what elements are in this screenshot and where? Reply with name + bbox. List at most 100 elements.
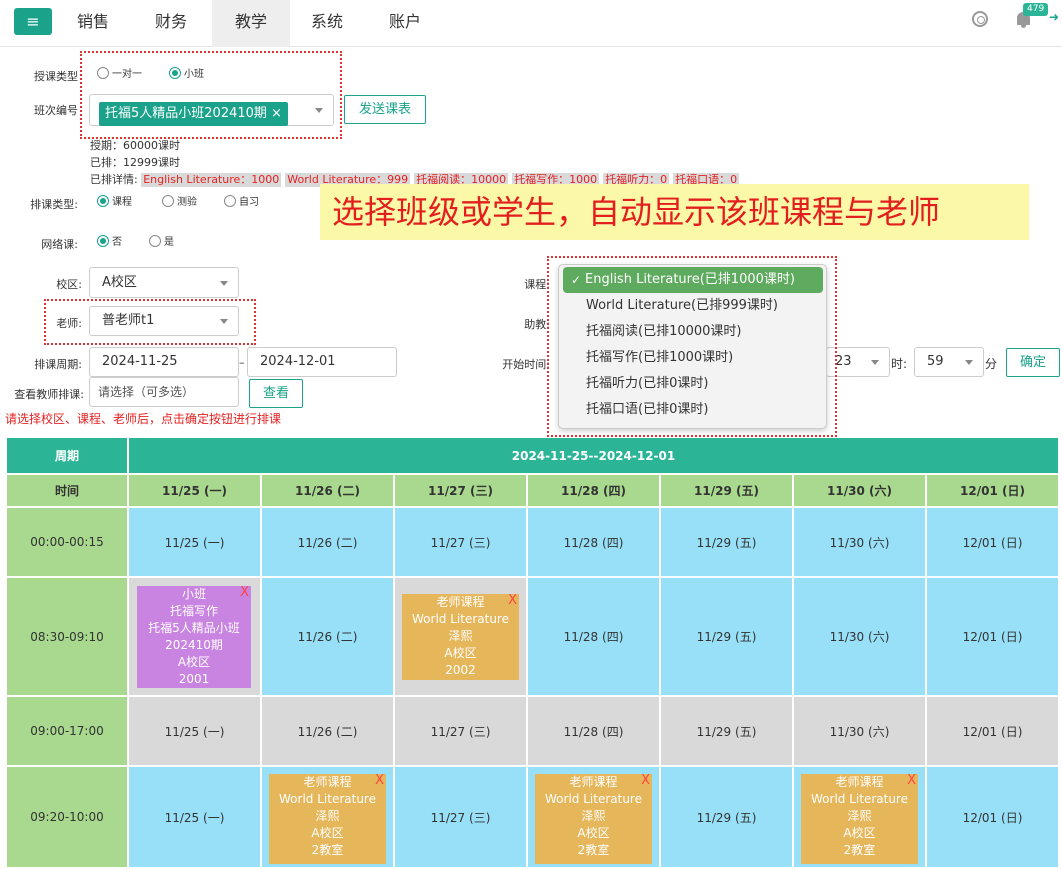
slot-cell[interactable]: 12/01 (日) [927,508,1058,576]
class-no-label: 班次编号 [34,104,78,117]
slot-cell[interactable]: 11/30 (六) [794,508,925,576]
minute-select[interactable]: 59 [914,347,984,377]
slot-cell[interactable]: 12/01 (日) [927,578,1058,695]
help-icon[interactable] [972,11,988,27]
slot-cell[interactable]: X 老师课程 World Literature 泽熙 A校区 2教室 [528,767,659,867]
online-label: 网络课: [41,238,78,251]
hour-unit: 时: [891,357,908,371]
hamburger-icon[interactable]: ≡ [14,8,52,35]
assistant-label: 助教: [524,318,550,331]
campus-select[interactable]: A校区 [89,267,239,298]
radio-label: 自习 [239,197,259,208]
slot-cell[interactable]: 11/26 (二) [262,578,393,695]
slot-cell[interactable]: 11/28 (四) [528,697,659,765]
period-start-input[interactable]: 2024-11-25 [89,347,239,377]
start-time-label: 开始时间: [502,358,550,371]
period-separator: – [239,356,245,369]
close-icon[interactable]: X [508,594,517,608]
radio-icon [149,235,161,247]
lesson-card[interactable]: X 老师课程 World Literature 泽熙 A校区 2002 [402,594,519,680]
course-label: 课程: [524,278,550,291]
slot-cell[interactable]: 11/30 (六) [794,697,925,765]
card-line: A校区 [311,826,344,840]
card-line: 泽熙 [448,629,473,643]
radio-self-study[interactable]: 自习 [224,195,259,210]
card-line: A校区 [843,826,876,840]
card-line: A校区 [177,655,211,669]
nav-account[interactable]: 账户 [366,0,444,47]
instruction-note: 请选择校区、课程、老师后，点击确定按钮进行排课 [5,412,282,426]
logout-icon[interactable]: ➜ [1049,10,1059,24]
teach-type-label: 授课类型 [34,70,78,83]
nav-finance[interactable]: 财务 [132,0,210,47]
slot-cell[interactable]: 11/25 (一) [129,508,260,576]
lesson-card[interactable]: X 老师课程 World Literature 泽熙 A校区 2教室 [269,774,386,864]
slot-cell[interactable]: 12/01 (日) [927,767,1058,867]
card-line: 2001 [178,672,210,686]
card-line: 老师课程 [303,775,352,789]
lesson-card[interactable]: X 老师课程 World Literature 泽熙 A校区 2教室 [535,774,652,864]
card-line: World Literature [545,792,642,806]
radio-label: 课程 [112,197,132,208]
lesson-card[interactable]: X 小班 托福写作 托福5人精品小班 202410期 A校区 2001 [137,586,251,688]
confirm-button[interactable]: 确定 [1006,348,1060,377]
teacher-multi-select[interactable]: 请选择（可多选） [89,377,239,407]
time-slot: 08:30-09:10 [7,578,127,695]
close-icon[interactable]: X [375,774,384,788]
top-nav-bar: ≡ 销售 财务 教学 系统 账户 479 ➜ [0,0,1062,47]
radio-label: 否 [112,237,122,248]
scheduled-hours: 已排：12999课时 [90,156,180,169]
slot-cell[interactable]: 11/25 (一) [129,697,260,765]
slot-cell[interactable]: 11/26 (二) [262,697,393,765]
card-line: 2教室 [311,843,344,857]
day-header: 11/27 (三) [395,475,526,506]
slot-cell[interactable]: 11/29 (五) [661,578,792,695]
day-header: 11/26 (二) [262,475,393,506]
schedule-table: 周期 2024-11-25--2024-12-01 时间 11/25 (一) 1… [5,436,1060,869]
slot-cell[interactable]: 11/29 (五) [661,697,792,765]
radio-online-yes[interactable]: 是 [149,235,174,250]
radio-course[interactable]: 课程 [97,195,132,210]
card-line: World Literature [412,612,509,626]
close-icon[interactable]: X [641,774,650,788]
lesson-card[interactable]: X 老师课程 World Literature 泽熙 A校区 2教室 [801,774,918,864]
card-line: 2教室 [577,843,610,857]
card-line: 托福5人精品小班 [148,621,240,635]
nav-teaching[interactable]: 教学 [212,0,290,47]
slot-cell[interactable]: 11/25 (一) [129,767,260,867]
close-icon[interactable]: X [907,774,916,788]
card-line: 老师课程 [436,595,485,609]
slot-cell[interactable]: X 老师课程 World Literature 泽熙 A校区 2教室 [262,767,393,867]
total-hours: 授期：60000课时 [90,139,180,152]
day-header: 11/25 (一) [129,475,260,506]
card-line: 老师课程 [569,775,618,789]
range-header: 2024-11-25--2024-12-01 [129,438,1058,473]
slot-cell[interactable]: 11/26 (二) [262,508,393,576]
campus-value: A校区 [102,275,137,290]
slot-cell[interactable]: 12/01 (日) [927,697,1058,765]
card-line: A校区 [577,826,610,840]
slot-cell[interactable]: 11/29 (五) [661,767,792,867]
send-schedule-button[interactable]: 发送课表 [344,95,426,124]
view-button[interactable]: 查看 [249,379,303,408]
close-icon[interactable]: X [240,586,249,600]
slot-cell[interactable]: X 小班 托福写作 托福5人精品小班 202410期 A校区 2001 [129,578,260,695]
nav-system[interactable]: 系统 [288,0,366,47]
slot-cell[interactable]: 11/27 (三) [395,767,526,867]
slot-cell[interactable]: 11/28 (四) [528,578,659,695]
slot-cell[interactable]: 11/29 (五) [661,508,792,576]
slot-cell[interactable]: 11/30 (六) [794,578,925,695]
radio-online-no[interactable]: 否 [97,235,122,250]
slot-cell[interactable]: X 老师课程 World Literature 泽熙 A校区 2002 [395,578,526,695]
chevron-down-icon [965,360,973,365]
period-end-input[interactable]: 2024-12-01 [247,347,397,377]
card-line: 2教室 [843,843,876,857]
slot-cell[interactable]: 11/28 (四) [528,508,659,576]
slot-cell[interactable]: X 老师课程 World Literature 泽熙 A校区 2教室 [794,767,925,867]
slot-cell[interactable]: 11/27 (三) [395,508,526,576]
nav-sales[interactable]: 销售 [54,0,132,47]
slot-cell[interactable]: 11/27 (三) [395,697,526,765]
radio-quiz[interactable]: 测验 [162,195,197,210]
card-line: 小班 [181,587,206,601]
radio-label: 是 [164,237,174,248]
